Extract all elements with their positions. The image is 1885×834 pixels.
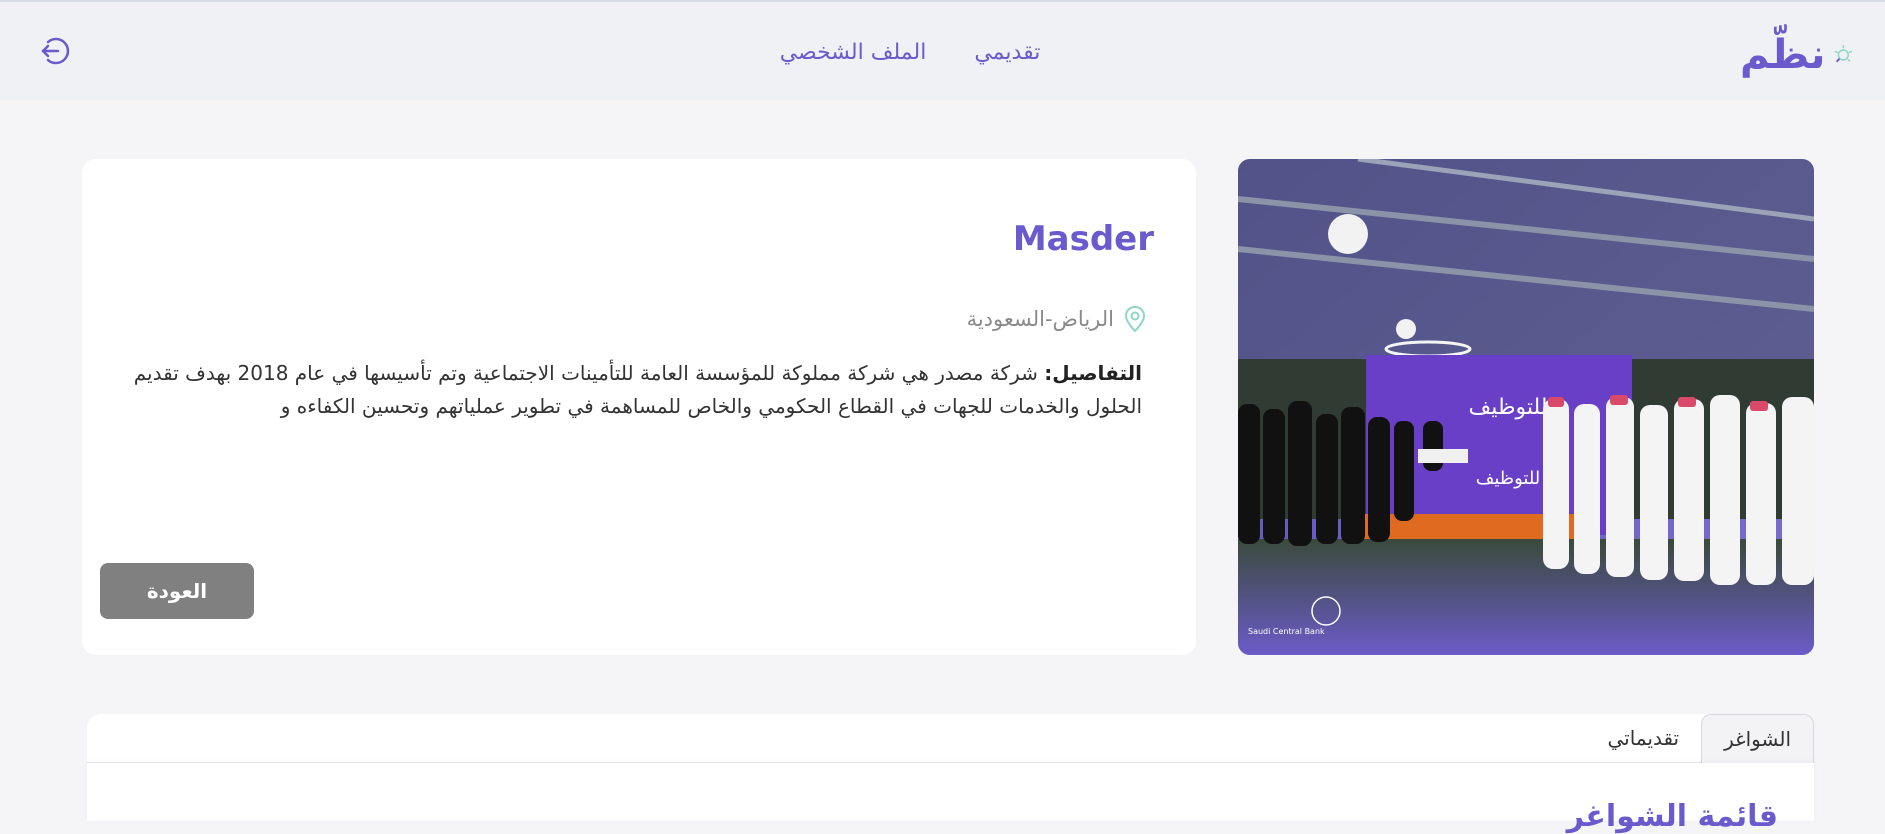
logout-icon — [41, 37, 70, 65]
company-description: التفاصيل: شركة مصدر هي شركة مملوكة للمؤس… — [132, 357, 1142, 423]
nav-my-applications[interactable]: تقديمي — [974, 36, 1040, 70]
location-pin-icon — [1124, 305, 1146, 333]
main-nav: تقديمي الملف الشخصي — [760, 36, 1060, 70]
panel-title: قائمة الشواغر — [1566, 799, 1778, 834]
lightbulb-icon — [1834, 45, 1853, 63]
company-details-card: Masder الرياض-السعودية التفاصيل: شركة مص… — [82, 159, 1196, 655]
photo-footer-text: Saudi Central Bank — [1248, 627, 1325, 636]
vacancies-section: الشواغر تقديماتي قائمة الشواغر — [87, 714, 1814, 834]
logout-button[interactable] — [38, 34, 72, 68]
tab-panel: قائمة الشواغر — [87, 763, 1814, 834]
banner-text-2: للتوظيف — [1476, 468, 1541, 489]
banner-text-1: للتوظيف — [1469, 395, 1548, 420]
details-text: شركة مصدر هي شركة مملوكة للمؤسسة العامة … — [133, 361, 1142, 418]
company-photo: للتوظيف للتوظيف Saudi Central Bank — [1238, 159, 1814, 655]
tab-my-applications[interactable]: تقديماتي — [1585, 714, 1701, 763]
tab-bar: الشواغر تقديماتي — [1585, 714, 1814, 763]
location-text: الرياض-السعودية — [966, 307, 1114, 331]
nav-profile[interactable]: الملف الشخصي — [780, 36, 927, 70]
details-label: التفاصيل: — [1044, 361, 1142, 385]
company-location: الرياض-السعودية — [967, 305, 1146, 333]
back-button[interactable]: العودة — [100, 563, 254, 619]
top-navbar: نظّم تقديمي الملف الشخصي — [0, 2, 1885, 100]
brand-logo[interactable]: نظّم — [1740, 28, 1856, 82]
logo-text: نظّم — [1740, 32, 1826, 78]
company-name: Masder — [1012, 219, 1154, 259]
tab-vacancies[interactable]: الشواغر — [1701, 714, 1814, 763]
